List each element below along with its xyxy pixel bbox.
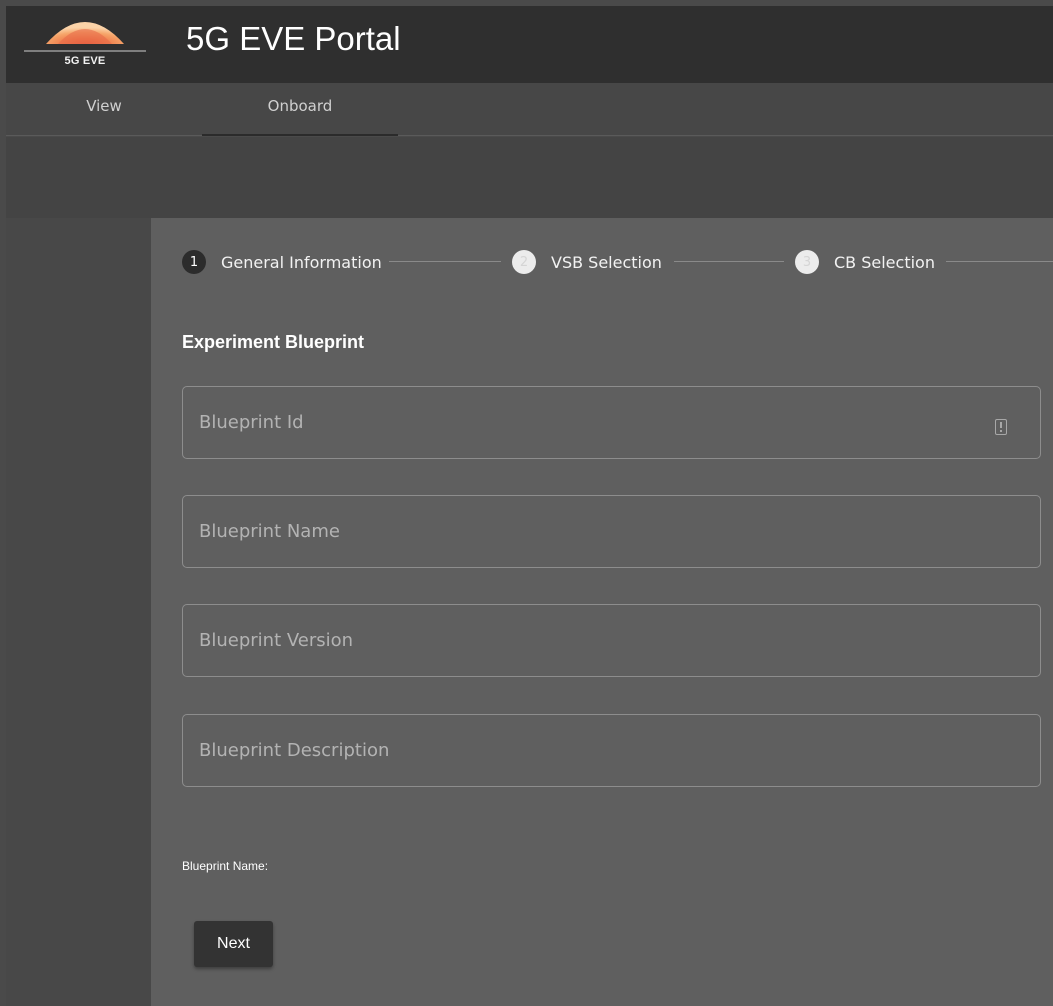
section-title: Experiment Blueprint xyxy=(182,332,365,352)
step-cb-selection[interactable]: 3 CB Selection xyxy=(795,246,935,278)
app-title: 5G EVE Portal xyxy=(186,20,401,57)
step-label-cb-selection: CB Selection xyxy=(834,252,935,272)
onboard-card: 1 General Information 2 VSB Selection 3 … xyxy=(151,218,1053,1006)
blueprint-id-field[interactable] xyxy=(182,386,1041,459)
step-vsb-selection[interactable]: 2 VSB Selection xyxy=(512,246,662,278)
logo[interactable]: 5G EVE xyxy=(24,6,146,83)
logo-text: 5G EVE xyxy=(64,55,106,67)
blueprint-name-input[interactable] xyxy=(183,496,1040,567)
step-general-information[interactable]: 1 General Information xyxy=(182,246,382,278)
step-number-3: 3 xyxy=(795,250,819,274)
alert-icon xyxy=(995,419,1007,435)
step-label-vsb-selection: VSB Selection xyxy=(551,252,662,272)
step-connector xyxy=(946,261,1053,262)
tab-view[interactable]: View xyxy=(6,83,202,136)
next-button[interactable]: Next xyxy=(194,921,273,967)
step-connector xyxy=(674,261,784,262)
top-band xyxy=(6,137,1053,218)
blueprint-version-field[interactable] xyxy=(182,604,1041,677)
blueprint-description-input[interactable] xyxy=(183,715,1040,786)
stepper: 1 General Information 2 VSB Selection 3 … xyxy=(151,246,1053,278)
blueprint-name-summary: Blueprint Name: xyxy=(182,859,269,873)
sidebar xyxy=(6,218,151,1006)
logo-sunrise-icon xyxy=(24,22,146,52)
blueprint-version-input[interactable] xyxy=(183,605,1040,676)
blueprint-id-input[interactable] xyxy=(183,387,1040,458)
app-header: 5G EVE 5G EVE Portal xyxy=(6,6,1053,83)
step-number-2: 2 xyxy=(512,250,536,274)
step-label-general-information: General Information xyxy=(221,252,382,272)
blueprint-name-field[interactable] xyxy=(182,495,1041,568)
main-tabs: View Onboard xyxy=(6,83,1053,136)
step-connector xyxy=(389,261,501,262)
blueprint-description-field[interactable] xyxy=(182,714,1041,787)
tab-onboard[interactable]: Onboard xyxy=(202,83,398,136)
step-number-1: 1 xyxy=(182,250,206,274)
